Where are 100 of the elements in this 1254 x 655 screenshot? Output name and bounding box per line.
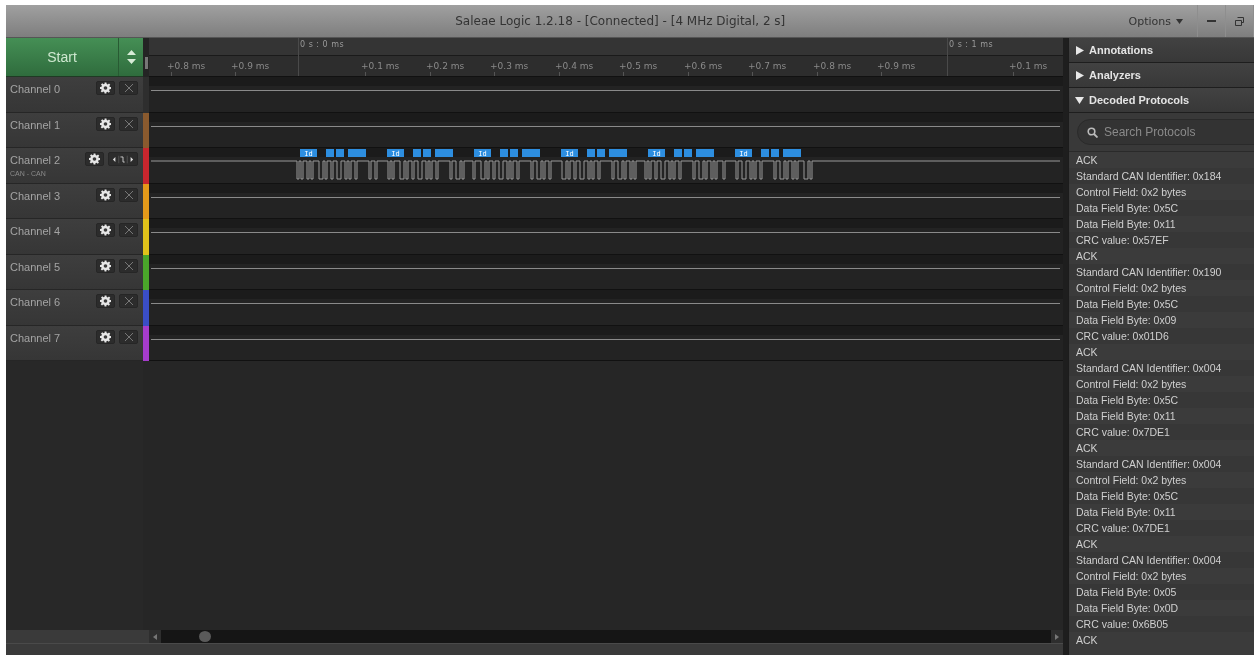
decoded-result[interactable]: ACK bbox=[1069, 440, 1254, 456]
channel-settings-button[interactable] bbox=[85, 152, 104, 166]
field-block bbox=[522, 149, 540, 157]
settings-icon bbox=[100, 188, 111, 201]
handle[interactable] bbox=[144, 57, 148, 69]
remove-channel-button[interactable] bbox=[119, 116, 138, 131]
close-icon bbox=[124, 261, 133, 270]
decoded-result[interactable]: CRC value: 0x01D6 bbox=[1069, 328, 1254, 344]
section-header[interactable]: Annotations bbox=[1069, 38, 1254, 63]
channel-settings-button[interactable] bbox=[96, 81, 115, 95]
decoded-result[interactable]: CRC value: 0x7DE1 bbox=[1069, 520, 1254, 536]
right-arrow-icon bbox=[1055, 633, 1059, 640]
decoded-result[interactable]: Control Field: 0x2 bytes bbox=[1069, 280, 1254, 296]
settings-icon bbox=[89, 153, 100, 165]
channel-name: Channel 0 bbox=[10, 83, 61, 95]
up-down-arrows-icon bbox=[126, 50, 136, 64]
tick-label: +0.7 ms bbox=[748, 61, 787, 71]
settings-icon bbox=[100, 82, 111, 94]
close-icon bbox=[124, 84, 133, 92]
remove-channel-button[interactable] bbox=[119, 81, 138, 95]
section-header[interactable]: Analyzers bbox=[1069, 63, 1254, 88]
decoded-result[interactable]: Data Field Byte: 0x5C bbox=[1069, 392, 1254, 408]
options-menu[interactable]: Options bbox=[1114, 5, 1198, 37]
remove-channel-button[interactable] bbox=[119, 294, 138, 308]
channel-name: Channel 5 bbox=[10, 260, 61, 273]
decoded-result[interactable]: Data Field Byte: 0x0D bbox=[1069, 600, 1254, 616]
decoded-result[interactable]: Data Field Byte: 0x11 bbox=[1069, 408, 1254, 424]
trigger-edge-icon bbox=[112, 154, 134, 164]
field-block bbox=[696, 149, 714, 157]
window-title: Saleae Logic 1.2.18 - [Connected] - [4 MHz Digital, 2 s] bbox=[454, 14, 787, 28]
close-icon bbox=[124, 297, 133, 305]
decoded-result[interactable]: Data Field Byte: 0x11 bbox=[1069, 216, 1254, 232]
decoded-result[interactable]: ACK bbox=[1069, 248, 1254, 264]
time-marker: 0 s : 1 ms bbox=[949, 40, 994, 49]
settings-icon bbox=[100, 295, 111, 307]
tick-label: +0.9 ms bbox=[877, 61, 916, 71]
channel-settings-button[interactable] bbox=[96, 258, 115, 273]
close-icon bbox=[124, 332, 133, 341]
decoded-result[interactable]: CRC value: 0x7DE1 bbox=[1069, 424, 1254, 440]
caret-icon bbox=[1176, 18, 1183, 24]
settings-icon bbox=[100, 224, 111, 236]
channel-settings-button[interactable] bbox=[96, 116, 115, 131]
tick-label: +0.6 ms bbox=[684, 61, 723, 71]
decoded-result[interactable]: Standard CAN Identifier: 0x004 bbox=[1069, 360, 1254, 376]
start-button[interactable]: Start bbox=[6, 38, 143, 77]
channel-name: Channel 4 bbox=[10, 225, 61, 237]
decoded-result[interactable]: Data Field Byte: 0x05 bbox=[1069, 584, 1254, 600]
decoded-result[interactable]: Standard CAN Identifier: 0x004 bbox=[1069, 456, 1254, 472]
decoded-result[interactable]: Data Field Byte: 0x5C bbox=[1069, 200, 1254, 216]
scroll-thumb[interactable] bbox=[199, 631, 211, 642]
remove-channel-button[interactable] bbox=[119, 258, 138, 273]
decoded-result[interactable]: Standard CAN Identifier: 0x004 bbox=[1069, 552, 1254, 568]
tick-label: +0.1 ms bbox=[1009, 61, 1048, 71]
decoded-result[interactable]: CRC value: 0x57EF bbox=[1069, 232, 1254, 248]
decoded-result[interactable]: ACK bbox=[1069, 632, 1254, 648]
remove-channel-button[interactable] bbox=[119, 187, 138, 202]
tick-label: +0.2 ms bbox=[426, 61, 465, 71]
decoded-result[interactable]: CRC value: 0x6B05 bbox=[1069, 616, 1254, 632]
channel-settings-button[interactable] bbox=[96, 187, 115, 202]
minimize-icon bbox=[1207, 20, 1216, 22]
channel-name: Channel 2 bbox=[10, 154, 61, 166]
tick-label: +0.1 ms bbox=[361, 61, 400, 71]
restore-icon bbox=[1235, 16, 1244, 26]
field-block bbox=[348, 149, 366, 157]
decoded-result[interactable]: ACK bbox=[1069, 152, 1254, 168]
remove-channel-button[interactable] bbox=[119, 329, 138, 344]
decoded-result[interactable]: Control Field: 0x2 bytes bbox=[1069, 376, 1254, 392]
channel-settings-button[interactable] bbox=[96, 329, 115, 344]
search-icon bbox=[1087, 127, 1098, 138]
channel-settings-button[interactable] bbox=[96, 294, 115, 308]
section-header[interactable]: Decoded Protocols bbox=[1069, 88, 1254, 113]
decoded-result[interactable]: Data Field Byte: 0x11 bbox=[1069, 504, 1254, 520]
channel-settings-button[interactable] bbox=[96, 223, 115, 237]
field-block bbox=[609, 149, 627, 157]
search-field[interactable]: Search Protocols bbox=[1077, 119, 1254, 145]
field-block bbox=[435, 149, 453, 157]
trigger-button[interactable] bbox=[108, 152, 138, 166]
channel-name: Channel 7 bbox=[10, 331, 61, 344]
decoded-result[interactable]: Data Field Byte: 0x09 bbox=[1069, 312, 1254, 328]
tick-label: +0.5 ms bbox=[619, 61, 658, 71]
decoded-result[interactable]: Data Field Byte: 0x5C bbox=[1069, 296, 1254, 312]
close-icon bbox=[124, 119, 133, 128]
decoded-result[interactable]: Standard CAN Identifier: 0x190 bbox=[1069, 264, 1254, 280]
tick-label: +0.8 ms bbox=[813, 61, 852, 71]
decoded-result[interactable]: Control Field: 0x2 bytes bbox=[1069, 184, 1254, 200]
decoded-result[interactable]: Data Field Byte: 0x5C bbox=[1069, 488, 1254, 504]
close-icon bbox=[124, 190, 133, 199]
settings-icon bbox=[100, 330, 111, 343]
settings-icon bbox=[100, 259, 111, 272]
close-icon bbox=[124, 226, 133, 234]
channel-name: Channel 1 bbox=[10, 118, 61, 131]
decoded-result[interactable]: ACK bbox=[1069, 344, 1254, 360]
decoded-result[interactable]: Standard CAN Identifier: 0x184 bbox=[1069, 168, 1254, 184]
decoded-result[interactable]: Control Field: 0x2 bytes bbox=[1069, 568, 1254, 584]
scroll-right-button[interactable] bbox=[1051, 630, 1063, 643]
left-arrow-icon bbox=[153, 633, 157, 640]
remove-channel-button[interactable] bbox=[119, 223, 138, 237]
decoded-result[interactable]: Control Field: 0x2 bytes bbox=[1069, 472, 1254, 488]
decoded-result[interactable]: ACK bbox=[1069, 536, 1254, 552]
scroll-left-button[interactable] bbox=[149, 630, 161, 643]
